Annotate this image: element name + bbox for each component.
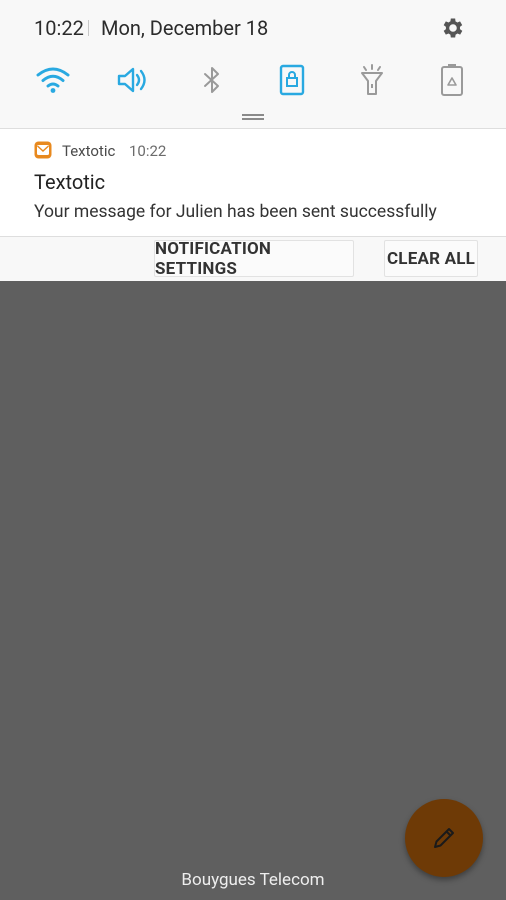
divider: [0, 236, 506, 237]
quick-settings-row: [0, 58, 506, 102]
lock-rotation-icon: [279, 64, 305, 96]
volume-icon: [117, 67, 146, 93]
notification-panel: 10:22 Mon, December 18 Textotic 10:22 Te…: [0, 0, 506, 281]
rotation-lock-toggle[interactable]: [270, 58, 314, 102]
flashlight-icon: [361, 64, 383, 95]
bluetooth-icon: [204, 67, 219, 93]
notification-text: Your message for Julien has been sent su…: [34, 202, 437, 222]
bluetooth-toggle[interactable]: [190, 58, 234, 102]
textotic-app-icon: [34, 141, 52, 159]
gear-icon[interactable]: [440, 15, 466, 41]
wifi-icon: [36, 67, 70, 93]
pencil-icon: [434, 828, 454, 848]
notification-settings-button[interactable]: NOTIFICATION SETTINGS: [154, 239, 354, 279]
divider: [88, 20, 89, 36]
drag-handle[interactable]: [242, 114, 264, 120]
notification-title: Textotic: [34, 170, 106, 194]
battery-recycle-icon: [441, 64, 463, 96]
power-saving-toggle[interactable]: [430, 58, 474, 102]
status-bar: 10:22 Mon, December 18: [0, 0, 506, 56]
notification-time: 10:22: [129, 142, 167, 160]
date: Mon, December 18: [101, 16, 269, 40]
wifi-toggle[interactable]: [31, 58, 75, 102]
clear-all-button[interactable]: CLEAR ALL: [384, 240, 478, 277]
clock: 10:22: [34, 16, 84, 40]
flashlight-toggle[interactable]: [350, 58, 394, 102]
sound-toggle[interactable]: [111, 58, 155, 102]
compose-button[interactable]: [405, 799, 483, 877]
notification-app-name: Textotic: [62, 142, 116, 160]
